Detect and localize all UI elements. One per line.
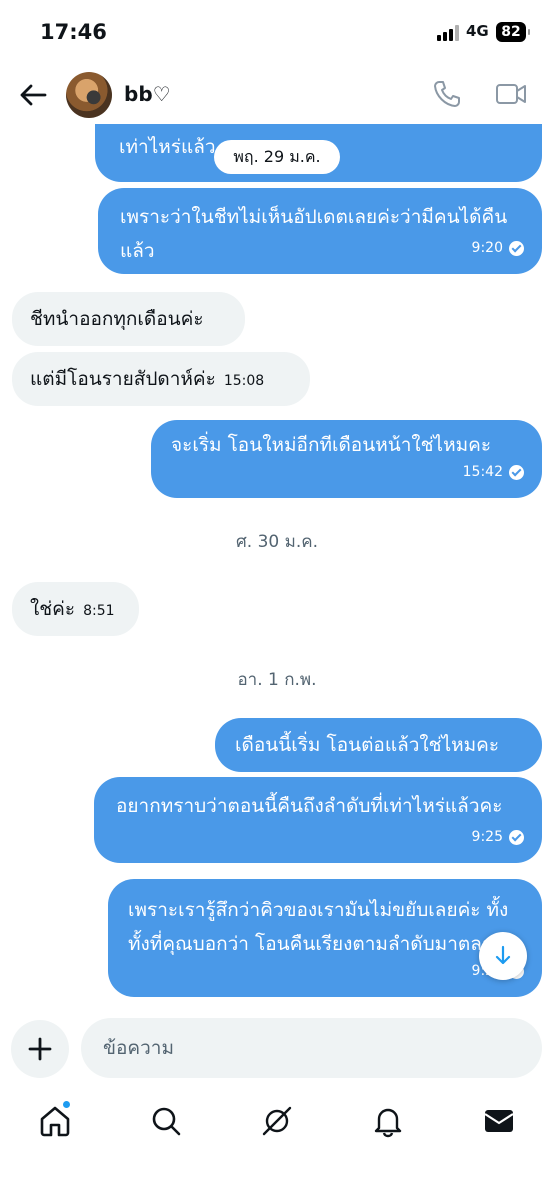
nav-messages[interactable]: [482, 1104, 516, 1138]
nav-home[interactable]: [38, 1104, 72, 1138]
message-bubble[interactable]: จะเริ่ม โอนใหม่อีกทีเดือนหน้าใช่ไหมคะ 15…: [151, 420, 542, 498]
date-separator: อา. 1 ก.พ.: [237, 670, 317, 690]
arrow-left-icon: [20, 84, 47, 106]
nav-search[interactable]: [149, 1104, 183, 1138]
message-time: 8:51: [83, 603, 115, 619]
chat-header: bb♡: [0, 66, 554, 124]
message-list[interactable]: ตอบคำถามเราหน่อยค่ะ ว่าตอนนี้คืนถึงลำดับ…: [0, 124, 554, 1010]
message-meta: 9:20: [472, 231, 524, 265]
status-time: 17:46: [40, 20, 107, 44]
message-time: 9:20: [471, 240, 503, 256]
home-icon: [40, 1106, 70, 1137]
message-bubble[interactable]: ใช่ค่ะ 8:51: [12, 582, 139, 636]
nav-notifications[interactable]: [371, 1104, 405, 1138]
message-bubble[interactable]: แต่มีโอนรายสัปดาห์ค่ะ 15:08: [12, 352, 310, 406]
arrow-down-icon: [495, 945, 511, 965]
message-text: ใช่ค่ะ: [30, 598, 76, 620]
add-attachment-button[interactable]: [11, 1020, 69, 1078]
message-time: 15:42: [462, 464, 503, 480]
bell-icon: [374, 1108, 402, 1138]
composer: [0, 1012, 554, 1084]
message-meta: 15:42: [463, 455, 524, 489]
message-bubble[interactable]: ชีทนำออกทุกเดือนค่ะ: [12, 292, 245, 346]
message-time: 9:25: [471, 829, 503, 845]
check-icon: [509, 240, 524, 256]
message-text: เดือนนี้เริ่ม โอนต่อแล้วใช่ไหมคะ: [235, 734, 500, 756]
message-text: อยากทราบว่าตอนนี้คืนถึงลำดับที่เท่าไหร่แ…: [116, 795, 503, 817]
video-icon: [496, 84, 526, 104]
call-button[interactable]: [432, 79, 462, 109]
message-bubble[interactable]: เพราะเรารู้สึกว่าคิวของเรามันไม่ขยับเลยค…: [108, 879, 542, 997]
notification-dot: [62, 1100, 71, 1109]
scroll-down-button[interactable]: [479, 932, 527, 980]
network-label: 4G: [466, 22, 489, 40]
contact-name[interactable]: bb♡: [124, 82, 171, 106]
signal-icon: [437, 25, 463, 41]
message-bubble[interactable]: เดือนนี้เริ่ม โอนต่อแล้วใช่ไหมคะ: [215, 718, 542, 772]
bottom-nav: [0, 1090, 554, 1200]
phone-icon: [434, 81, 460, 107]
check-icon: [509, 829, 524, 845]
avatar[interactable]: [66, 72, 112, 118]
back-button[interactable]: [16, 78, 50, 112]
search-icon: [152, 1107, 181, 1136]
nav-grok[interactable]: [260, 1104, 294, 1138]
message-meta: 9:25: [472, 820, 524, 854]
envelope-icon: [484, 1110, 514, 1132]
plus-icon: [28, 1037, 52, 1061]
floating-date: พฤ. 29 ม.ค.: [214, 140, 340, 174]
message-text: เพราะเรารู้สึกว่าคิวของเรามันไม่ขยับเลยค…: [128, 899, 509, 955]
slash-circle-icon: [262, 1106, 292, 1136]
message-bubble[interactable]: อยากทราบว่าตอนนี้คืนถึงลำดับที่เท่าไหร่แ…: [94, 777, 542, 863]
check-icon: [509, 464, 524, 480]
message-text: แต่มีโอนรายสัปดาห์ค่ะ: [30, 368, 216, 390]
message-text: ชีทนำออกทุกเดือนค่ะ: [30, 308, 204, 330]
video-call-button[interactable]: [495, 79, 527, 109]
battery-icon: 82: [496, 22, 530, 42]
status-bar: 17:46 4G 82: [0, 0, 554, 66]
message-bubble[interactable]: เพราะว่าในชีทไม่เห็นอัปเดตเลยค่ะว่ามีคนไ…: [98, 188, 542, 274]
message-time: 15:08: [223, 373, 265, 389]
message-text: เพราะว่าในชีทไม่เห็นอัปเดตเลยค่ะว่ามีคนไ…: [120, 206, 508, 262]
message-input[interactable]: [81, 1018, 542, 1078]
date-separator: ศ. 30 ม.ค.: [235, 532, 319, 552]
